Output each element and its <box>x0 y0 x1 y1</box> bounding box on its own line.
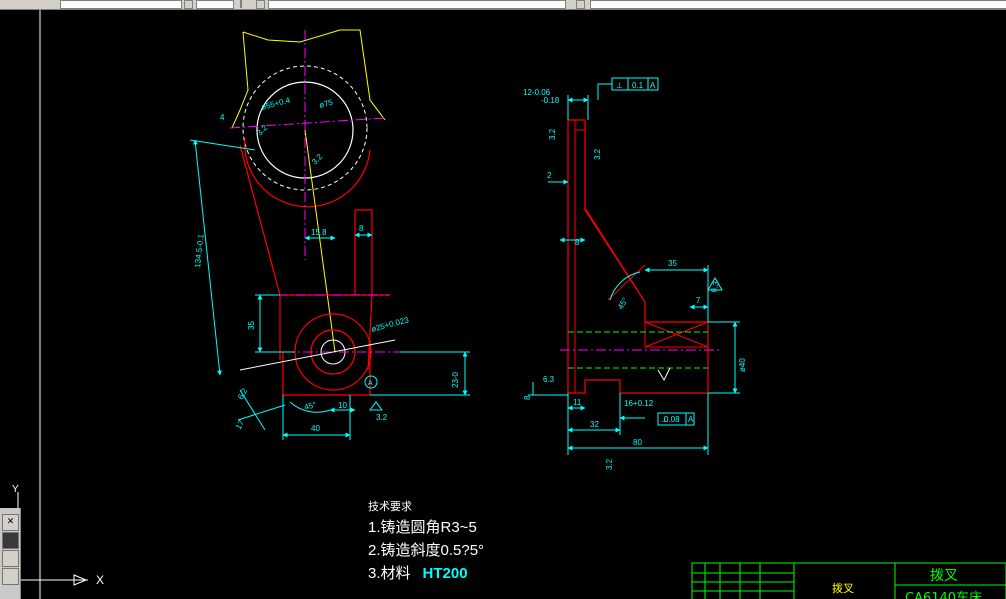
datum-a: A <box>368 380 373 387</box>
toolbar <box>0 0 1006 10</box>
roughness-symbol <box>369 401 383 411</box>
color-dropdown[interactable] <box>196 0 234 9</box>
image-tool-icon[interactable] <box>2 532 19 549</box>
close-icon[interactable]: ✕ <box>2 514 19 531</box>
tech-line-2: 2.铸造斜度0.5?5° <box>368 542 485 559</box>
plotstyle-dropdown[interactable] <box>590 0 1006 9</box>
dim-r32a-r: 3.2 <box>548 128 557 140</box>
linetype-dropdown[interactable] <box>268 0 566 9</box>
tech-line-3: 3.材料 HT200 <box>368 562 484 583</box>
dim-d40: ø40 <box>738 358 747 372</box>
dim-8r: 8 <box>575 238 580 247</box>
section-line <box>239 339 396 371</box>
dim-17: 17 <box>234 418 247 431</box>
dim-16: 16+0.12 <box>624 399 654 408</box>
gdt-ref-2: A <box>688 415 694 424</box>
ucs-x-label: X <box>96 573 104 587</box>
dim-32: 32 <box>590 420 599 429</box>
dim-63b: 6.3 <box>543 375 555 384</box>
hub-base <box>282 340 371 396</box>
ucs-y-label: Y <box>12 484 19 495</box>
dim-11: 11 <box>573 398 582 407</box>
dim-80: 80 <box>633 438 642 447</box>
material-value: HT200 <box>422 565 468 582</box>
toolbar-separator <box>240 0 242 8</box>
tech-line-1: 1.铸造圆角R3~5 <box>368 519 477 536</box>
gdt-value-2: 0.08 <box>664 415 680 424</box>
machine-name: CA6140车床 <box>905 590 982 599</box>
gdt-value-1: 0.1 <box>632 81 644 90</box>
angle-45r-arc <box>609 271 641 301</box>
arm-axis <box>304 129 336 353</box>
tol-bot: -0.18 <box>541 96 560 105</box>
layers-icon[interactable] <box>2 568 19 585</box>
linetype-icon[interactable] <box>256 0 265 9</box>
dim-40: 40 <box>311 424 320 433</box>
right-dims-text: 12-0.06 -0.18 ⊥ 0.1 A 3.2 3.2 2 8 35 6.3… <box>523 81 747 470</box>
profile-outline <box>567 119 709 394</box>
dim-62: 6.2 <box>236 386 250 401</box>
dim-d25: ø25+0.023 <box>370 315 410 334</box>
roughness-check <box>657 367 671 382</box>
leader-line <box>597 83 612 100</box>
dim-63: 6.3 <box>709 280 721 294</box>
drawing-canvas[interactable]: ø55+0.4 ø75 4 3.2 3.2 134.5-0.1 15.8 8 3… <box>0 10 1006 599</box>
dim-7: 7 <box>696 296 701 305</box>
dim-2: 2 <box>547 171 552 180</box>
properties-icon[interactable] <box>2 550 19 567</box>
dim-35r: 35 <box>668 259 677 268</box>
dim-35: 35 <box>247 321 256 330</box>
rib-line <box>584 207 646 303</box>
title-block-text: 拨叉 拨叉 CA6140车床 <box>832 568 982 599</box>
dim-d75: ø75 <box>318 98 334 110</box>
layer-dropdown[interactable] <box>60 0 182 9</box>
tech-requirements-title: 技术要求 <box>368 500 412 513</box>
dim-d55: ø55+0.4 <box>260 95 291 111</box>
part-name: 拨叉 <box>832 581 854 595</box>
dim-45: 45° <box>303 400 317 412</box>
lineweight-icon[interactable] <box>576 0 585 9</box>
floating-tool-panel: ✕ <box>0 508 21 599</box>
tech-requirements: 技术要求 1.铸造圆角R3~5 2.铸造斜度0.5?5° 3.材料 HT200 <box>368 498 484 583</box>
centerline-horizontal <box>229 117 386 129</box>
part-name-large: 拨叉 <box>930 568 958 584</box>
dim-8: 8 <box>359 224 364 233</box>
dim-r32b-r: 3.2 <box>593 148 602 160</box>
dim-r32c: 3.2 <box>376 413 388 422</box>
left-view <box>189 29 470 440</box>
dim-8v: 8 <box>523 395 532 400</box>
dropdown-arrow-icon[interactable] <box>184 0 193 9</box>
tech-line-3-prefix: 3.材料 <box>368 565 411 582</box>
gdt-symbol-1: ⊥ <box>616 81 623 90</box>
fork-outline <box>231 29 386 129</box>
left-dims-text: ø55+0.4 ø75 4 3.2 3.2 134.5-0.1 15.8 8 3… <box>193 95 460 433</box>
dim-158: 15.8 <box>311 228 327 237</box>
dim-r32b: 3.2 <box>310 152 325 167</box>
dim-23: 23-0 <box>451 371 460 388</box>
ucs-icon <box>17 492 88 586</box>
dim-45r: 45° <box>616 296 630 311</box>
dim-10: 10 <box>338 401 347 410</box>
dim-17-line <box>237 404 286 421</box>
dim-length: 134.5-0.1 <box>193 233 206 268</box>
dim-r32c-r: 3.2 <box>605 458 614 470</box>
gdt-ref-1: A <box>650 81 656 90</box>
hub-cross <box>644 321 709 348</box>
dim-4: 4 <box>220 113 225 122</box>
